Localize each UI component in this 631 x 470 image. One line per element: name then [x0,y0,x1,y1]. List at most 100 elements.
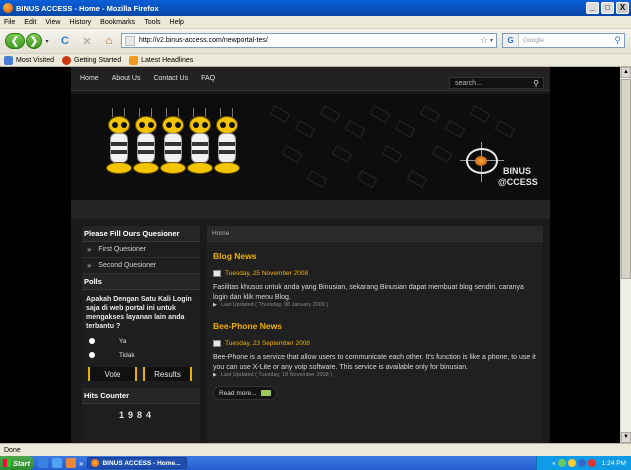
firefox-icon [91,459,100,467]
triangle-icon: ▶ [213,372,217,378]
main-content: Home Blog News Tuesday, 25 November 2008… [207,226,543,443]
site-favicon-icon [125,35,135,46]
poll-radio[interactable] [89,338,95,344]
bookmark-label: Latest Headlines [141,56,194,64]
scroll-up-icon[interactable]: ▲ [621,67,631,78]
windows-flag-icon [3,459,11,467]
hits-counter-value: 1984 [119,410,156,420]
close-button[interactable]: X [616,2,629,14]
menu-file[interactable]: File [4,19,15,26]
calendar-icon [213,270,221,277]
messenger-icon[interactable] [577,459,586,467]
reload-button[interactable]: C [57,33,73,49]
article-heading[interactable]: Bee-Phone News [207,321,543,331]
forward-button[interactable]: ❯ [26,33,42,49]
vote-button[interactable]: Vote [88,367,137,381]
poll-option-label: Ya [119,337,127,345]
rss-icon [129,55,139,65]
google-icon[interactable]: G [503,34,519,47]
maximize-button[interactable]: □ [601,2,614,14]
tray-expand-icon[interactable]: « [552,460,556,467]
nav-home[interactable]: Home [80,75,99,82]
internet-explorer-icon[interactable] [52,458,62,468]
menu-help[interactable]: Help [170,19,184,26]
nav-contact-us[interactable]: Contact Us [153,75,188,82]
antivirus-icon[interactable] [587,459,596,467]
menu-view[interactable]: View [45,19,60,26]
nav-faq[interactable]: FAQ [201,75,215,82]
poll-option[interactable]: Tidak [82,348,200,362]
url-text[interactable]: http://v2.binus-access.com/newportal-tes… [139,37,480,44]
bookmark-most-visited[interactable]: Most Visited [4,55,54,65]
scroll-down-icon[interactable]: ▼ [621,432,631,443]
search-icon[interactable]: ⚲ [533,79,539,88]
calendar-icon [213,340,221,347]
media-player-icon[interactable] [66,458,76,468]
security-icon[interactable] [567,459,576,467]
arrow-icon [260,390,271,396]
article-date-text: Tuesday, 25 November 2008 [225,270,309,277]
article-body: Fasilitas khusus untuk anda yang Binusia… [213,284,524,301]
show-desktop-icon[interactable] [38,458,48,468]
back-button[interactable]: ❮ [5,33,25,49]
results-button[interactable]: Results [143,367,192,381]
bookmark-star-icon[interactable]: ☆ [480,35,488,46]
read-more-button[interactable]: Read more... [213,386,277,400]
taskbar-item-label: BINUS ACCESS - Home... [102,459,181,467]
menu-history[interactable]: History [69,19,91,26]
nav-about-us[interactable]: About Us [112,75,141,82]
read-more-label: Read more... [219,389,257,397]
questioner-item-label: Second Quesioner [98,262,157,269]
article-heading[interactable]: Blog News [207,251,543,261]
stop-button[interactable]: ✕ [79,33,95,49]
taskbar-item-firefox[interactable]: BINUS ACCESS - Home... [87,457,188,469]
binus-access-logo[interactable]: BINUS @CCESS [460,142,541,199]
logo-text-access: @CCESS [498,177,538,187]
navigation-toolbar: ❮ ❯ ▾ C ✕ ⌂ http://v2.binus-access.com/n… [0,29,631,53]
start-button[interactable]: Start [0,456,34,470]
minimize-button[interactable]: _ [586,2,599,14]
questioner-item-label: First Quesioner [98,246,147,253]
clock[interactable]: 1:24 PM [602,460,626,467]
history-dropdown-icon[interactable]: ▾ [43,33,51,49]
binus-access-site: Home About Us Contact Us FAQ search... ⚲ [71,67,550,443]
banner-divider [71,200,550,219]
article-updated-text: Last Updated ( Tuesday, 18 November 2008… [220,372,333,378]
network-icon[interactable] [557,459,566,467]
windows-taskbar: Start » BINUS ACCESS - Home... « 1:24 PM [0,456,631,470]
search-icon[interactable]: ⚲ [614,35,621,46]
star-icon: ★ [86,246,93,254]
bookmark-getting-started[interactable]: Getting Started [62,55,121,65]
bookmark-label: Most Visited [16,56,54,64]
scroll-thumb[interactable] [621,79,631,279]
article-date: Tuesday, 23 September 2008 [207,340,543,347]
breadcrumb[interactable]: Home [207,226,543,242]
system-tray: « 1:24 PM [536,456,631,470]
quick-launch-more-icon[interactable]: » [79,459,83,468]
window-title: BINUS ACCESS - Home - Mozilla Firefox [16,3,159,13]
poll-radio[interactable] [89,352,95,358]
menu-tools[interactable]: Tools [144,19,160,26]
status-bar: Done [0,443,631,456]
url-dropdown-icon[interactable]: ▾ [490,37,493,44]
questioner-heading: Please Fill Ours Quesioner [82,226,200,242]
menu-edit[interactable]: Edit [24,19,36,26]
address-bar[interactable]: http://v2.binus-access.com/newportal-tes… [121,33,497,48]
vertical-scrollbar[interactable]: ▲ ▼ [620,67,631,443]
site-search-box[interactable]: search... ⚲ [449,77,544,89]
search-input[interactable]: Google [523,37,614,44]
poll-option-label: Tidak [119,351,135,359]
poll-buttons: Vote Results [82,362,200,381]
logo-text-binus: BINUS [503,166,532,176]
menu-bookmarks[interactable]: Bookmarks [100,19,135,26]
star-icon: ★ [86,262,93,270]
search-bar[interactable]: G Google ⚲ [502,33,625,48]
poll-option[interactable]: Ya [82,334,200,348]
bee-mascots-image [106,106,240,190]
questioner-item[interactable]: ★ First Quesioner [82,242,200,258]
article-body: Bee-Phone is a service that allow users … [213,354,536,371]
bookmark-latest-headlines[interactable]: Latest Headlines [129,55,194,65]
site-search-input[interactable]: search... [455,80,533,87]
home-button[interactable]: ⌂ [101,33,117,49]
questioner-item[interactable]: ★ Second Quesioner [82,258,200,274]
